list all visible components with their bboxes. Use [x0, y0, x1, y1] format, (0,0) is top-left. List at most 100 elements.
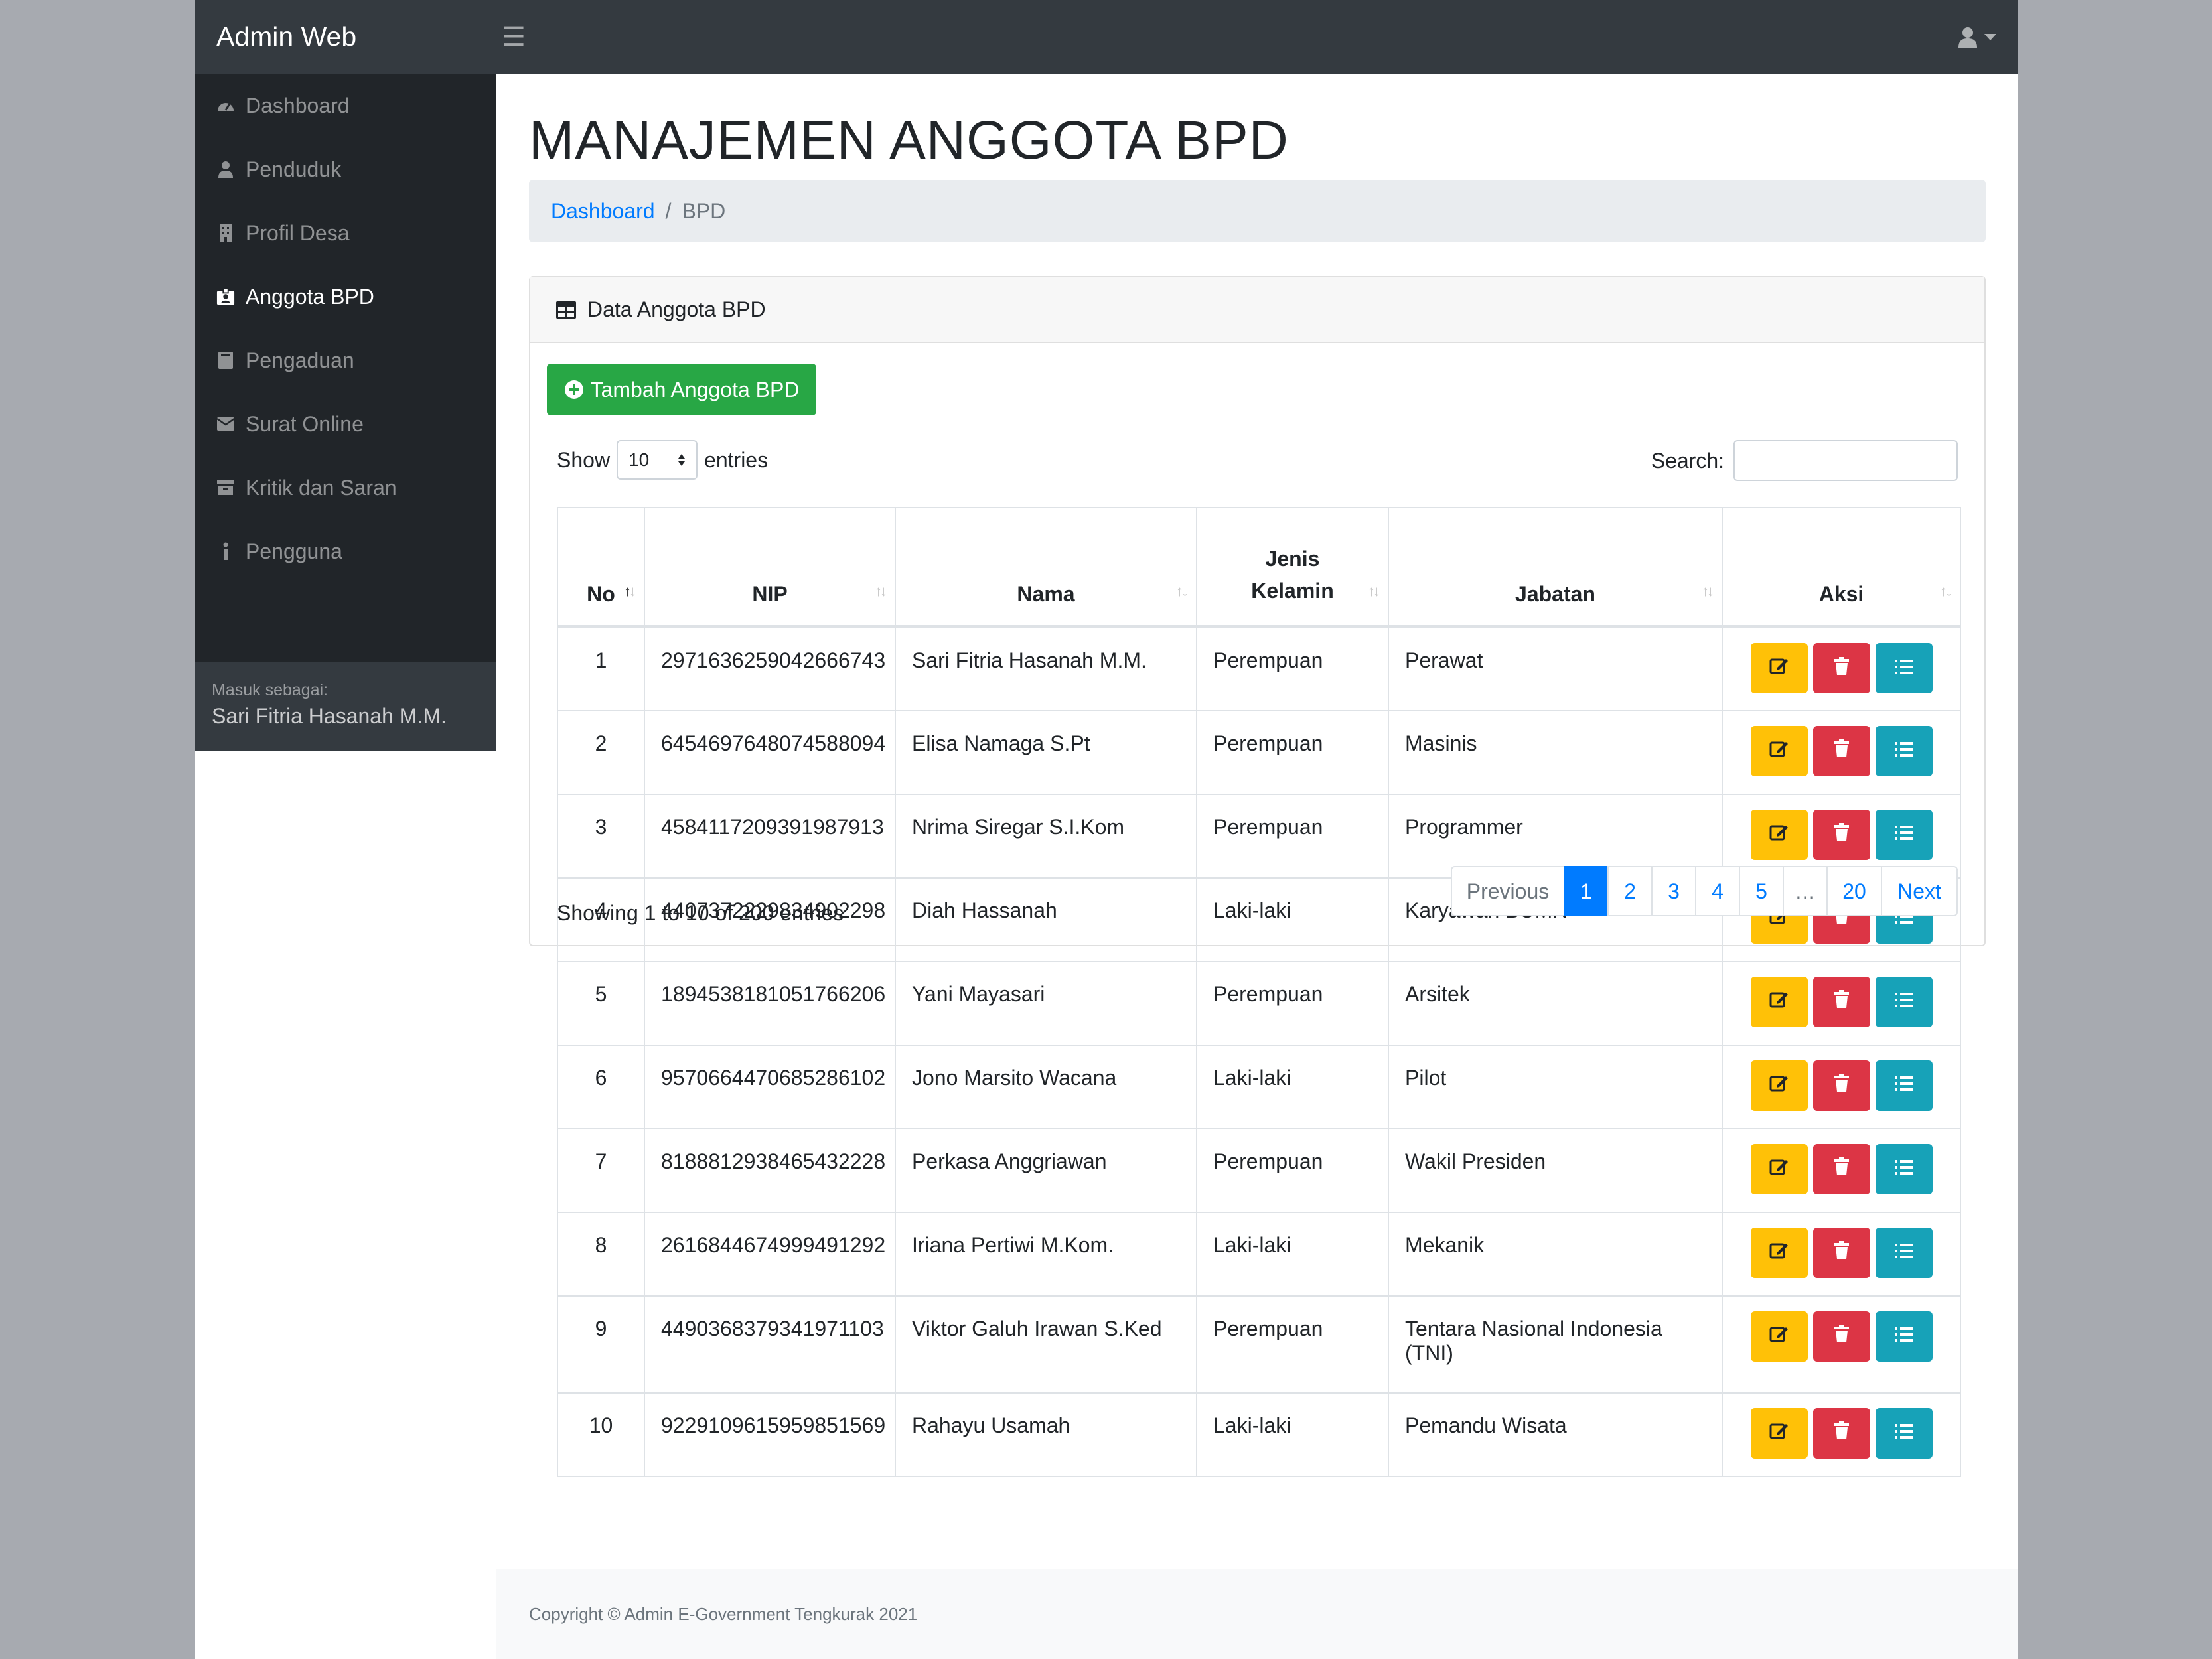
cell-nip: 9229109615959851569: [644, 1392, 896, 1477]
cell-actions: [1722, 709, 1961, 795]
card-header: Data Anggota BPD: [530, 277, 1984, 343]
pagination-page-3[interactable]: 3: [1651, 866, 1696, 916]
detail-button[interactable]: [1875, 725, 1933, 776]
column-header-jenis-kelamin[interactable]: Jenis Kelamin ↑↓: [1196, 507, 1389, 628]
edit-icon: [1769, 739, 1789, 764]
sort-updown-icon: [678, 454, 686, 466]
list-icon: [1894, 1157, 1914, 1181]
sidebar-item-surat-online[interactable]: Surat Online: [195, 392, 496, 456]
trash-icon: [1834, 656, 1850, 681]
detail-button[interactable]: [1875, 1407, 1933, 1459]
entries-label: entries: [704, 447, 769, 472]
app-window: Admin Web ☰ Dashboard Penduduk Profil De…: [195, 0, 2018, 1659]
brand-logo[interactable]: Admin Web: [195, 0, 496, 74]
column-header-no[interactable]: No ↑↓: [557, 507, 645, 628]
detail-button[interactable]: [1875, 809, 1933, 860]
delete-button[interactable]: [1812, 976, 1870, 1027]
entries-select[interactable]: 10: [617, 440, 698, 480]
pagination-previous[interactable]: Previous: [1451, 866, 1565, 916]
pagination-page-2[interactable]: 2: [1607, 866, 1653, 916]
column-header-aksi[interactable]: Aksi ↑↓: [1722, 507, 1961, 628]
sidebar-item-pengguna[interactable]: Pengguna: [195, 520, 496, 583]
detail-button[interactable]: [1875, 1143, 1933, 1194]
cell-nama: Jono Marsito Wacana: [895, 1044, 1197, 1129]
column-header-nama[interactable]: Nama ↑↓: [895, 507, 1197, 628]
breadcrumb-current: BPD: [682, 198, 726, 223]
edit-button[interactable]: [1750, 809, 1808, 860]
delete-button[interactable]: [1812, 1407, 1870, 1459]
edit-icon: [1769, 1421, 1789, 1446]
id-badge-icon: [216, 287, 235, 306]
table-header-row: No ↑↓ NIP ↑↓ Nama ↑↓ Jenis Kelamin ↑↓ Jabata…: [557, 507, 1961, 628]
user-icon: [1958, 27, 1977, 48]
detail-button[interactable]: [1875, 643, 1933, 693]
edit-button[interactable]: [1750, 1407, 1808, 1459]
column-header-jabatan[interactable]: Jabatan ↑↓: [1388, 507, 1723, 628]
cell-jabatan: Mekanik: [1388, 1211, 1723, 1297]
sidebar-item-pengaduan[interactable]: Pengaduan: [195, 328, 496, 392]
detail-button[interactable]: [1875, 1227, 1933, 1278]
table-row: 9 4490368379341971103 Viktor Galuh Irawan …: [557, 1295, 1961, 1394]
edit-button[interactable]: [1750, 1060, 1808, 1111]
cell-no: 8: [557, 1211, 645, 1297]
page-footer: Copyright © Admin E-Government Tengkurak…: [496, 1569, 2018, 1659]
delete-button[interactable]: [1812, 809, 1870, 860]
edit-button[interactable]: [1750, 643, 1808, 693]
breadcrumb-home-link[interactable]: Dashboard: [551, 199, 655, 224]
delete-button[interactable]: [1812, 1060, 1870, 1111]
column-header-nip[interactable]: NIP ↑↓: [644, 507, 896, 628]
cell-jenis-kelamin: Perempuan: [1196, 626, 1389, 711]
detail-button[interactable]: [1875, 1311, 1933, 1362]
add-member-button[interactable]: Tambah Anggota BPD: [547, 364, 816, 415]
table-row: 7 8188812938465432228 Perkasa Anggriawan Pe…: [557, 1127, 1961, 1213]
detail-button[interactable]: [1875, 976, 1933, 1027]
sidebar-item-dashboard[interactable]: Dashboard: [195, 74, 496, 137]
logged-in-caption: Masuk sebagai:: [212, 681, 329, 699]
pagination-next[interactable]: Next: [1881, 866, 1958, 916]
detail-button[interactable]: [1875, 1060, 1933, 1111]
delete-button[interactable]: [1812, 1143, 1870, 1194]
edit-button[interactable]: [1750, 1227, 1808, 1278]
sidebar-footer: Masuk sebagai: Sari Fitria Hasanah M.M.: [195, 662, 496, 751]
user-menu-button[interactable]: [1958, 27, 1996, 48]
edit-button[interactable]: [1750, 1311, 1808, 1362]
trash-icon: [1834, 1421, 1850, 1445]
trash-icon: [1834, 1240, 1850, 1265]
sidebar-item-anggota-bpd[interactable]: Anggota BPD: [195, 265, 496, 328]
delete-button[interactable]: [1812, 725, 1870, 776]
card-title: Data Anggota BPD: [587, 297, 766, 321]
cell-actions: [1722, 1044, 1961, 1129]
search-input[interactable]: [1733, 440, 1958, 481]
pagination-page-20[interactable]: 20: [1826, 866, 1882, 916]
cell-jabatan: Pemandu Wisata: [1388, 1392, 1723, 1477]
pagination-page-4[interactable]: 4: [1695, 866, 1740, 916]
plus-circle-icon: [564, 380, 583, 399]
sidebar-item-kritik-saran[interactable]: Kritik dan Saran: [195, 456, 496, 520]
edit-button[interactable]: [1750, 976, 1808, 1027]
table-row: 3 4584117209391987913 Nrima Siregar S.I.Ko…: [557, 793, 1961, 879]
sidebar-toggle-icon[interactable]: ☰: [502, 22, 526, 52]
sidebar-item-penduduk[interactable]: Penduduk: [195, 137, 496, 201]
sort-icon: ↑↓: [1702, 583, 1714, 599]
search-label: Search:: [1651, 448, 1724, 472]
chevron-down-icon: [1984, 33, 1996, 40]
cell-actions: [1722, 1392, 1961, 1477]
table-row: 5 1894538181051766206 Yani Mayasari Perempu…: [557, 960, 1961, 1046]
list-icon: [1894, 1421, 1914, 1445]
delete-button[interactable]: [1812, 1227, 1870, 1278]
cell-no: 6: [557, 1044, 645, 1129]
delete-button[interactable]: [1812, 1311, 1870, 1362]
cell-jabatan: Programmer: [1388, 793, 1723, 879]
list-icon: [1894, 822, 1914, 847]
delete-button[interactable]: [1812, 643, 1870, 693]
cell-no: 10: [557, 1392, 645, 1477]
edit-icon: [1769, 656, 1789, 681]
pagination-page-1[interactable]: 1: [1564, 866, 1609, 916]
edit-button[interactable]: [1750, 1143, 1808, 1194]
user-icon: [216, 161, 235, 178]
edit-button[interactable]: [1750, 725, 1808, 776]
table-row: 8 2616844674999491292 Iriana Pertiwi M.Kom…: [557, 1211, 1961, 1297]
table-row: 2 6454697648074588094 Elisa Namaga S.Pt Per…: [557, 709, 1961, 795]
sidebar-item-profil-desa[interactable]: Profil Desa: [195, 201, 496, 265]
pagination-page-5[interactable]: 5: [1739, 866, 1784, 916]
